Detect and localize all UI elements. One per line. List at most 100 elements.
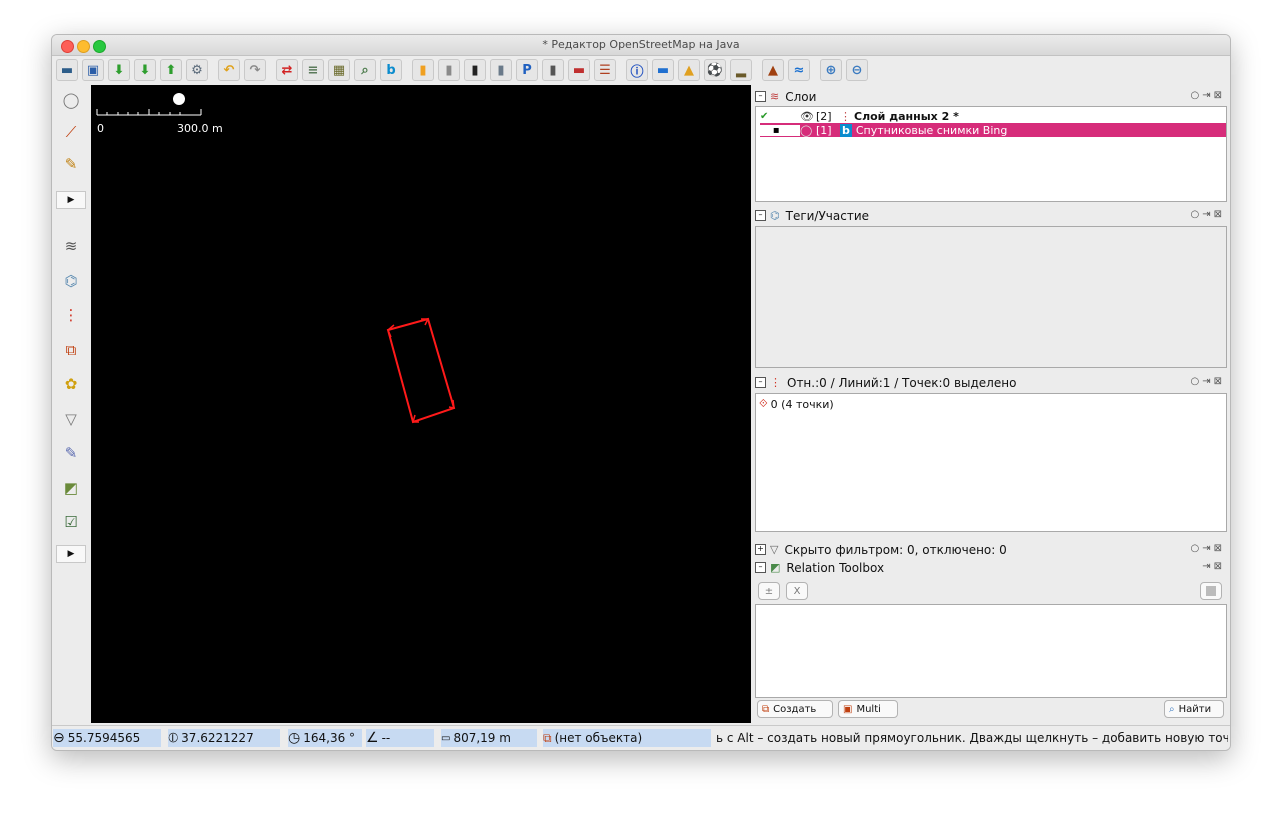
relation-settings-button[interactable] [1200,582,1222,600]
angle-value: -- [381,731,391,745]
layers-panel-header[interactable]: – ≋ Слои ○⇥⊠ [755,88,1227,105]
open-file-button[interactable]: ▬ [56,59,78,81]
validator-icon[interactable]: ☑ [60,511,82,533]
panel-controls-icon[interactable]: ○⇥⊠ [1191,543,1225,554]
zoom-slider-handle[interactable] [173,93,185,105]
wall-button[interactable]: ▬ [568,59,590,81]
railway-button[interactable]: ☰ [594,59,616,81]
shop-button[interactable]: ▲ [678,59,700,81]
main-toolbar: ▬ ▣ ⬇ ⬇ ⬆ ⚙ ↶ ↷ ⇄ ≡ ▦ ⌕ b ▮ ▮ ▮ ▮ P ▮ ▬ ☰ ⓘ ▬ ▲ ⚽ ▂ ▲ ≈ ⊕ ⊖ [56,57,872,83]
hidden-eye-icon[interactable]: ◯ [800,124,816,137]
remove-member-button[interactable]: X [786,582,808,600]
panel-controls-icon[interactable]: ○⇥⊠ [1191,376,1225,387]
lasso-icon[interactable]: ◯ [60,89,82,111]
draw-way-icon[interactable]: ⟋ [60,121,82,143]
waterway-button[interactable]: ≈ [788,59,810,81]
expand-toggle-icon[interactable]: + [755,544,766,555]
traffic-signal-icon: ▮ [549,62,557,78]
zoom-out-button[interactable]: ⊖ [846,59,868,81]
more-tools-button[interactable]: ▶ [56,191,86,209]
traffic-signal-button[interactable]: ▮ [542,59,564,81]
object-field: ⧉ (нет объекта) [543,729,711,747]
layer-row-bing[interactable]: ▪ ◯ [1] b Спутниковые снимки Bing [760,123,1226,137]
relation-toolbox-header[interactable]: – ◩ Relation Toolbox ⇥⊠ [755,559,1227,576]
window-title: * Редактор OpenStreetMap на Java [542,38,740,51]
parking-button[interactable]: P [516,59,538,81]
panel-controls-icon[interactable]: ⇥⊠ [1202,561,1225,572]
map-canvas[interactable] [91,85,751,723]
industrial-button[interactable]: ▂ [730,59,752,81]
tags-area[interactable] [755,226,1227,368]
layers-list[interactable]: ✔ 👁 [2] ⋮ Слой данных 2 * ▪ ◯ [1] b Спут… [755,106,1227,202]
upload-button[interactable]: ⬆ [160,59,182,81]
more-dialogs-button[interactable]: ▶ [56,545,86,563]
map-view[interactable]: 0 300.0 m [91,85,751,723]
filter-toggle-icon[interactable]: ▽ [60,408,82,430]
selection-item-label: 0 (4 точки) [770,397,834,411]
selection-panel-header[interactable]: – ⋮ Отн.:0 / Линий:1 / Точек:0 выделено … [755,374,1227,391]
search-button[interactable]: ⌕ [354,59,376,81]
pencil-icon[interactable]: ✎ [60,153,82,175]
mountain-button[interactable]: ▲ [762,59,784,81]
filter-icon: ▽ [770,543,779,556]
zoom-in-icon: ⊕ [825,62,837,78]
panel-controls-icon[interactable]: ○⇥⊠ [1191,209,1225,220]
selection-item[interactable]: ⟐ 0 (4 точки) [759,397,834,411]
conflict-toggle-icon[interactable]: ✿ [60,373,82,395]
selection-list[interactable]: ⟐ 0 (4 точки) [755,393,1227,532]
save-button[interactable]: ▣ [82,59,104,81]
preferences-button[interactable]: ⚙ [186,59,208,81]
map-paint-icon[interactable]: ✎ [60,442,82,464]
multipolygon-button[interactable]: ▣ Multi [838,700,898,718]
layers-toggle-icon[interactable]: ≋ [60,235,82,257]
road-black-button[interactable]: ▮ [464,59,486,81]
filter-panel-header[interactable]: + ▽ Скрыто фильтром: 0, отключено: 0 ○⇥⊠ [755,541,1227,558]
undo-button[interactable]: ↶ [218,59,240,81]
road-yellow-button[interactable]: ▮ [412,59,434,81]
bing-icon: b [386,62,396,78]
zoom-in-button[interactable]: ⊕ [820,59,842,81]
create-relation-button[interactable]: ⧉ Создать [757,700,833,718]
information-button[interactable]: ⓘ [626,59,648,81]
grid-button[interactable]: ▦ [328,59,350,81]
hotel-button[interactable]: ▬ [652,59,674,81]
collapse-toggle-icon[interactable]: – [755,562,766,573]
collapse-toggle-icon[interactable]: – [755,91,766,102]
layer-link-icon: ▪ [760,124,800,136]
collapse-toggle-icon[interactable]: – [755,210,766,221]
panel-controls-icon[interactable]: ○⇥⊠ [1191,90,1225,101]
tags-toggle-icon[interactable]: ⌬ [60,270,82,292]
selection-toggle-icon[interactable]: ⋮ [60,304,82,326]
active-layer-icon: ✔ [760,110,769,122]
reverse-way-button[interactable]: ⇄ [276,59,298,81]
longitude-value: 37.6221227 [181,731,254,745]
changeset-icon[interactable]: ◩ [60,477,82,499]
road-gray-button[interactable]: ▮ [438,59,460,81]
selection-icon: ⋮ [770,376,781,389]
redo-button[interactable]: ↷ [244,59,266,81]
add-member-button[interactable]: ± [758,582,780,600]
preferences-icon: ⚙ [191,62,203,78]
visible-eye-icon[interactable]: 👁 [800,110,816,123]
search-icon: ⌕ [361,62,369,78]
collapse-toggle-icon[interactable]: – [755,377,766,388]
road-secondary-button[interactable]: ▮ [490,59,512,81]
bing-icon: b [840,123,852,137]
bing-button[interactable]: b [380,59,402,81]
align-in-line-button[interactable]: ≡ [302,59,324,81]
road-gray-icon: ▮ [445,62,453,78]
selected-way[interactable] [386,317,456,424]
relation-member-list[interactable] [755,604,1227,698]
road-secondary-icon: ▮ [497,62,505,78]
find-relation-button[interactable]: ⌕ Найти [1164,700,1224,718]
industrial-icon: ▂ [736,62,746,78]
download-button[interactable]: ⬇ [108,59,130,81]
download-along-button[interactable]: ⬇ [134,59,156,81]
heading-icon: ◷ [288,730,301,746]
scale-zero-label: 0 [97,122,104,135]
sports-button[interactable]: ⚽ [704,59,726,81]
tags-panel-header[interactable]: – ⌬ Теги/Участие ○⇥⊠ [755,207,1227,224]
relations-toggle-icon[interactable]: ⧉ [60,339,82,361]
shop-icon: ▲ [684,62,694,78]
layer-row-data[interactable]: ✔ 👁 [2] ⋮ Слой данных 2 * [760,109,1226,123]
